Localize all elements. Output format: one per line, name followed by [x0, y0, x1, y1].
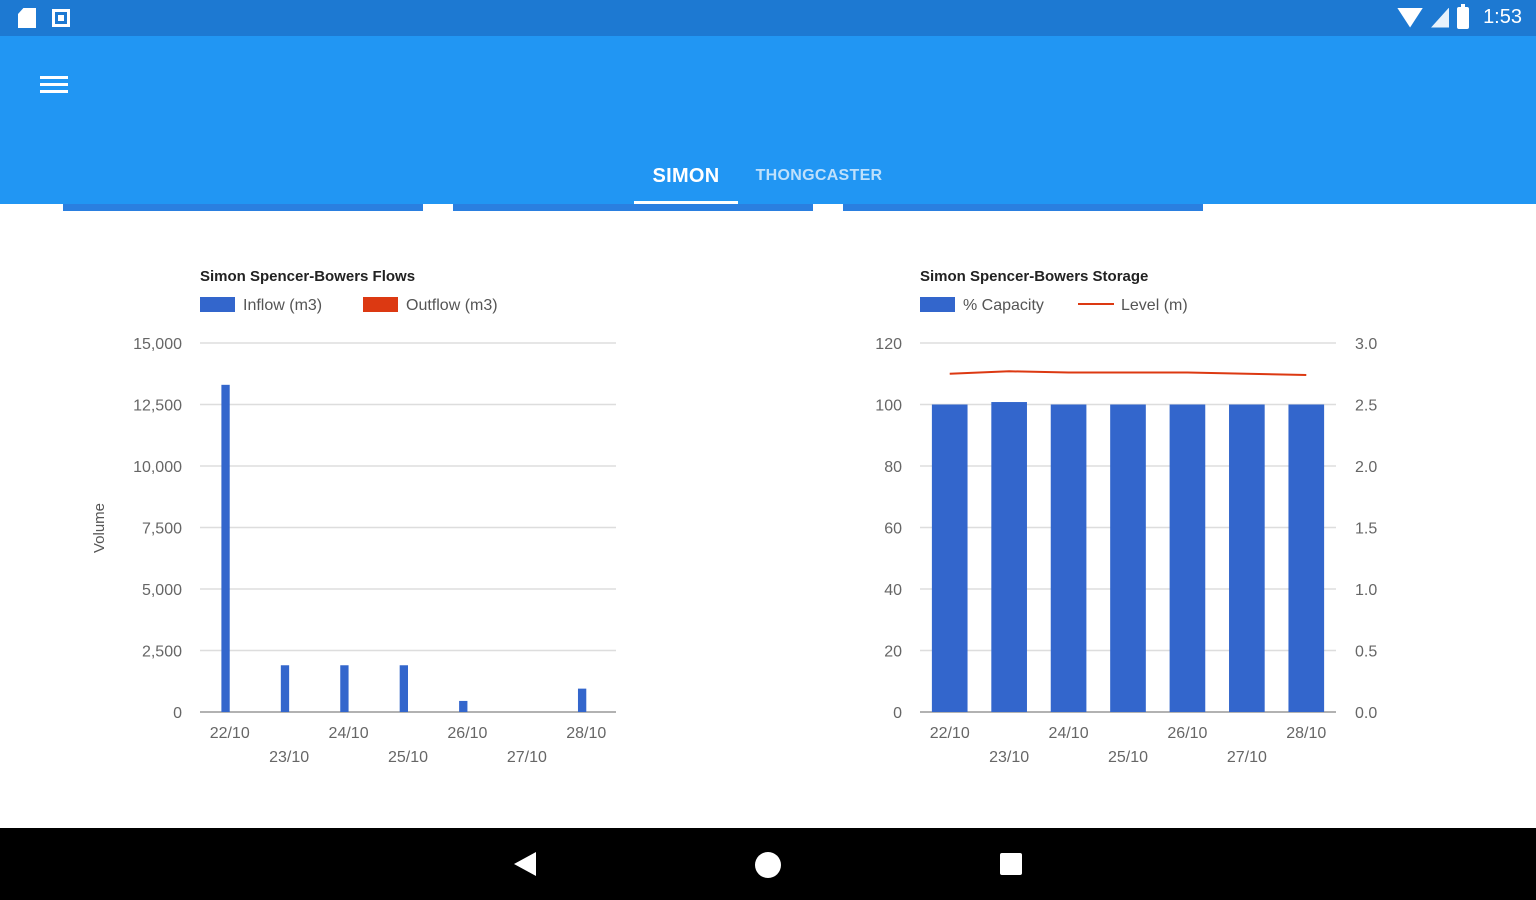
- y-tick-label: 7,500: [142, 521, 182, 538]
- y2-tick-label: 3.0: [1355, 336, 1377, 353]
- x-tick-label: 23/10: [989, 749, 1029, 766]
- bar--capacity[interactable]: [1050, 404, 1087, 713]
- x-tick-label: 26/10: [447, 725, 487, 742]
- bar-inflow-m3-[interactable]: [280, 665, 290, 712]
- bar--capacity[interactable]: [1110, 404, 1146, 713]
- legend-label-capacity: % Capacity: [963, 297, 1044, 314]
- y-tick-label: 2,500: [142, 644, 182, 661]
- level-line[interactable]: [949, 370, 1307, 376]
- bar--capacity[interactable]: [991, 402, 1027, 712]
- x-tick-label: 23/10: [269, 749, 309, 766]
- x-tick-label: 25/10: [388, 749, 428, 766]
- y-tick-label: 60: [884, 521, 902, 538]
- bar-inflow-m3-[interactable]: [221, 384, 230, 712]
- y2-tick-label: 0.0: [1355, 705, 1377, 722]
- bar-inflow-m3-[interactable]: [399, 665, 408, 712]
- legend-label-level: Level (m): [1121, 297, 1188, 314]
- bar--capacity[interactable]: [931, 404, 968, 713]
- x-tick-label: 24/10: [1049, 725, 1089, 742]
- y-tick-label: 40: [884, 582, 902, 599]
- home-icon[interactable]: [755, 852, 781, 878]
- legend-label-outflow: Outflow (m3): [406, 297, 498, 314]
- bar-inflow-m3-[interactable]: [340, 665, 349, 712]
- y-tick-label: 15,000: [133, 336, 182, 353]
- y-tick-label: 20: [884, 644, 902, 661]
- y-tick-label: 120: [875, 336, 902, 353]
- bar--capacity[interactable]: [1169, 404, 1206, 713]
- bar-inflow-m3-[interactable]: [459, 700, 468, 712]
- bar--capacity[interactable]: [1288, 404, 1325, 713]
- y-tick-label: 100: [875, 398, 902, 415]
- storage-chart-title: Simon Spencer-Bowers Storage: [920, 268, 1148, 285]
- legend-label-inflow: Inflow (m3): [243, 297, 322, 314]
- x-tick-label: 22/10: [210, 725, 250, 742]
- y2-tick-label: 1.5: [1355, 521, 1377, 538]
- recents-icon[interactable]: [1000, 853, 1022, 875]
- bar--capacity[interactable]: [1229, 404, 1265, 713]
- y-tick-label: 12,500: [133, 398, 182, 415]
- flows-y-axis-label: Volume: [91, 503, 108, 553]
- y2-tick-label: 1.0: [1355, 582, 1377, 599]
- legend-swatch-inflow: [200, 297, 235, 312]
- x-tick-label: 27/10: [507, 749, 547, 766]
- y-tick-label: 5,000: [142, 582, 182, 599]
- y2-tick-label: 2.5: [1355, 398, 1377, 415]
- y2-tick-label: 0.5: [1355, 644, 1377, 661]
- y2-tick-label: 2.0: [1355, 459, 1377, 476]
- y-tick-label: 80: [884, 459, 902, 476]
- y-tick-label: 10,000: [133, 459, 182, 476]
- charts-area: Simon Spencer-Bowers Flows Inflow (m3) O…: [91, 268, 1377, 766]
- y-tick-label: 0: [173, 705, 182, 722]
- storage-chart: Simon Spencer-Bowers Storage % Capacity …: [875, 268, 1377, 766]
- x-tick-label: 26/10: [1167, 725, 1207, 742]
- x-tick-label: 28/10: [1286, 725, 1326, 742]
- x-tick-label: 25/10: [1108, 749, 1148, 766]
- flows-chart: Simon Spencer-Bowers Flows Inflow (m3) O…: [91, 268, 616, 766]
- x-tick-label: 24/10: [329, 725, 369, 742]
- x-tick-label: 22/10: [930, 725, 970, 742]
- flows-chart-title: Simon Spencer-Bowers Flows: [200, 268, 415, 285]
- nav-bar: [0, 828, 1536, 900]
- bar-inflow-m3-[interactable]: [577, 688, 587, 712]
- legend-swatch-capacity: [920, 297, 955, 312]
- back-icon[interactable]: [514, 852, 536, 876]
- legend-swatch-outflow: [363, 297, 398, 312]
- y-tick-label: 0: [893, 705, 902, 722]
- x-tick-label: 28/10: [566, 725, 606, 742]
- x-tick-label: 27/10: [1227, 749, 1267, 766]
